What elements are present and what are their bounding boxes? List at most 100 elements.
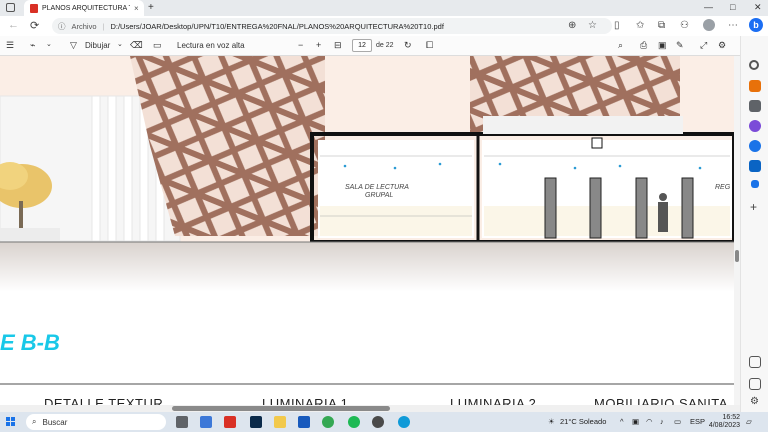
horizontal-scrollbar[interactable] — [0, 405, 740, 412]
favorite-star-icon[interactable]: ☆ — [588, 20, 597, 31]
zoom-out-button[interactable]: − — [298, 40, 303, 50]
language-indicator[interactable]: ESP — [690, 417, 705, 426]
back-icon[interactable]: ← — [8, 19, 19, 31]
room-label-1: SALA DE LECTURA — [345, 184, 409, 191]
profile-avatar[interactable] — [703, 19, 715, 31]
contents-icon[interactable]: ☰ — [6, 40, 14, 51]
pdf-viewport[interactable]: SALA DE LECTURA GRUPAL REG E B-B DETALLE… — [0, 56, 740, 412]
print-icon[interactable]: ⎙ — [640, 40, 647, 51]
tab-title: PLANOS ARQUITECTURA T10.pdf — [42, 4, 130, 12]
taskbar-search-placeholder: Buscar — [42, 417, 68, 427]
shopping-icon[interactable] — [749, 80, 761, 92]
weather-text[interactable]: 21°C Soleado — [560, 417, 606, 426]
split-view-icon[interactable] — [749, 356, 761, 368]
tools-icon[interactable] — [749, 100, 761, 112]
draw-chevron-icon[interactable]: ⌄ — [117, 40, 123, 48]
ground-fog — [0, 242, 740, 292]
sidebar-settings-icon[interactable]: ⚙ — [750, 396, 759, 407]
draw-label[interactable]: Dibujar — [85, 41, 110, 50]
word-app-icon[interactable] — [298, 416, 310, 428]
media-app-icon[interactable] — [372, 416, 384, 428]
zoom-icon[interactable]: ⊕ — [568, 20, 576, 31]
clock[interactable]: 16:52 4/08/2023 — [706, 414, 740, 430]
close-window-button[interactable]: ✕ — [754, 2, 762, 13]
fit-page-icon[interactable]: ⊟ — [334, 40, 342, 51]
task-view-icon[interactable] — [176, 416, 188, 428]
address-separator: | — [102, 21, 105, 31]
favorites-icon[interactable]: ✩ — [636, 20, 644, 31]
new-tab-button[interactable]: + — [148, 2, 154, 13]
extensions-icon[interactable]: ⚇ — [680, 20, 689, 31]
section-cut — [310, 116, 736, 244]
more-menu-icon[interactable]: ⋯ — [728, 20, 738, 31]
address-bar-row: ← ⟳ ⓘ Archivo | D:/Users/JOAR/Desktop/UP… — [0, 16, 768, 36]
volume-icon[interactable]: ♪ — [660, 417, 664, 426]
page-total-label: de 22 — [376, 42, 394, 49]
collections-icon[interactable]: ⧉ — [658, 20, 665, 31]
acrobat-app-icon[interactable] — [224, 416, 236, 428]
windows-start-icon[interactable] — [6, 417, 16, 427]
taskbar-search[interactable]: ⌕ Buscar — [26, 414, 166, 430]
horizontal-scroll-thumb[interactable] — [172, 406, 390, 411]
address-url[interactable]: D:/Users/JOAR/Desktop/UPN/T10/ENTREGA%20… — [110, 22, 443, 31]
page-number-input[interactable]: 12 — [352, 39, 372, 52]
spotify-app-icon[interactable] — [348, 416, 360, 428]
clock-time: 16:52 — [722, 414, 740, 421]
page-view-icon[interactable]: ⧠ — [426, 40, 433, 51]
split-screen-icon[interactable]: ▯ — [614, 20, 620, 31]
taskbar: ⌕ Buscar ☀ 21°C Soleado ^ ▣ ◠ ♪ ▭ ESP 16… — [0, 412, 768, 432]
search-pdf-icon[interactable]: ⌕ — [618, 40, 623, 51]
highlight-icon[interactable]: ⌁ — [30, 40, 35, 51]
minimize-button[interactable]: — — [704, 2, 713, 12]
refresh-icon[interactable]: ⟳ — [30, 19, 39, 32]
section-title: E B-B — [0, 330, 60, 355]
edge-app-icon[interactable] — [398, 416, 410, 428]
notification-icon[interactable]: ▱ — [746, 417, 752, 426]
tab-bar: PLANOS ARQUITECTURA T10.pdf × + — □ ✕ — [0, 0, 768, 16]
wifi-icon[interactable]: ◠ — [646, 417, 653, 426]
room-label-right: REG — [715, 184, 731, 191]
tray-expand-icon[interactable]: ^ — [620, 417, 624, 426]
clock-date: 4/08/2023 — [708, 422, 740, 429]
bing-copilot-icon[interactable]: b — [749, 18, 763, 32]
address-info-label: Archivo — [71, 21, 97, 31]
search-icon: ⌕ — [32, 417, 37, 426]
highlight-chevron-icon[interactable]: ⌄ — [46, 40, 52, 48]
edge-sidebar: + ⚙ — [740, 36, 768, 412]
chrome-app-icon[interactable] — [322, 416, 334, 428]
tab-active[interactable]: PLANOS ARQUITECTURA T10.pdf × — [24, 0, 144, 16]
search-sidebar-icon[interactable] — [749, 60, 759, 70]
outlook-icon[interactable] — [749, 160, 761, 172]
view-icon[interactable]: ▭ — [153, 40, 162, 51]
battery-icon[interactable]: ▭ — [674, 417, 681, 426]
vertical-scroll-thumb[interactable] — [735, 250, 739, 262]
add-sidebar-icon[interactable]: + — [750, 200, 757, 214]
rotate-icon[interactable]: ↻ — [404, 40, 412, 51]
pdf-toolbar: ☰ ⌁ ⌄ ▽ Dibujar ⌄ ⌫ ▭ Lectura en voz alt… — [0, 36, 740, 56]
tab-close-button[interactable]: × — [134, 4, 139, 13]
erase-icon[interactable]: ⌫ — [130, 40, 143, 51]
file-info-icon[interactable]: ⓘ — [58, 21, 66, 32]
pdf-icon — [30, 3, 38, 13]
tab-actions-icon[interactable] — [6, 3, 15, 12]
save-icon[interactable]: ▣ — [658, 40, 667, 51]
fullscreen-icon[interactable]: ⤢ — [700, 40, 707, 51]
zoom-in-button[interactable]: + — [316, 40, 321, 50]
games-icon[interactable] — [749, 120, 761, 132]
architecture-drawing: SALA DE LECTURA GRUPAL REG — [0, 56, 740, 385]
widgets-app-icon[interactable] — [200, 416, 212, 428]
drop-icon[interactable] — [751, 180, 759, 188]
room-label-2: GRUPAL — [365, 192, 393, 199]
photoshop-app-icon[interactable] — [250, 416, 262, 428]
save-as-icon[interactable]: ✎ — [676, 40, 684, 51]
draw-icon[interactable]: ▽ — [70, 40, 77, 51]
pdf-settings-icon[interactable]: ⚙ — [718, 40, 726, 51]
file-explorer-icon[interactable] — [274, 416, 286, 428]
microsoft365-icon[interactable] — [749, 140, 761, 152]
weather-icon[interactable]: ☀ — [548, 417, 555, 426]
hide-sidebar-icon[interactable] — [749, 378, 761, 390]
maximize-button[interactable]: □ — [730, 2, 735, 12]
read-aloud-label[interactable]: Lectura en voz alta — [177, 41, 245, 50]
app-tray-icon[interactable]: ▣ — [632, 417, 639, 426]
address-bar[interactable]: ⓘ Archivo | D:/Users/JOAR/Desktop/UPN/T1… — [52, 18, 612, 34]
